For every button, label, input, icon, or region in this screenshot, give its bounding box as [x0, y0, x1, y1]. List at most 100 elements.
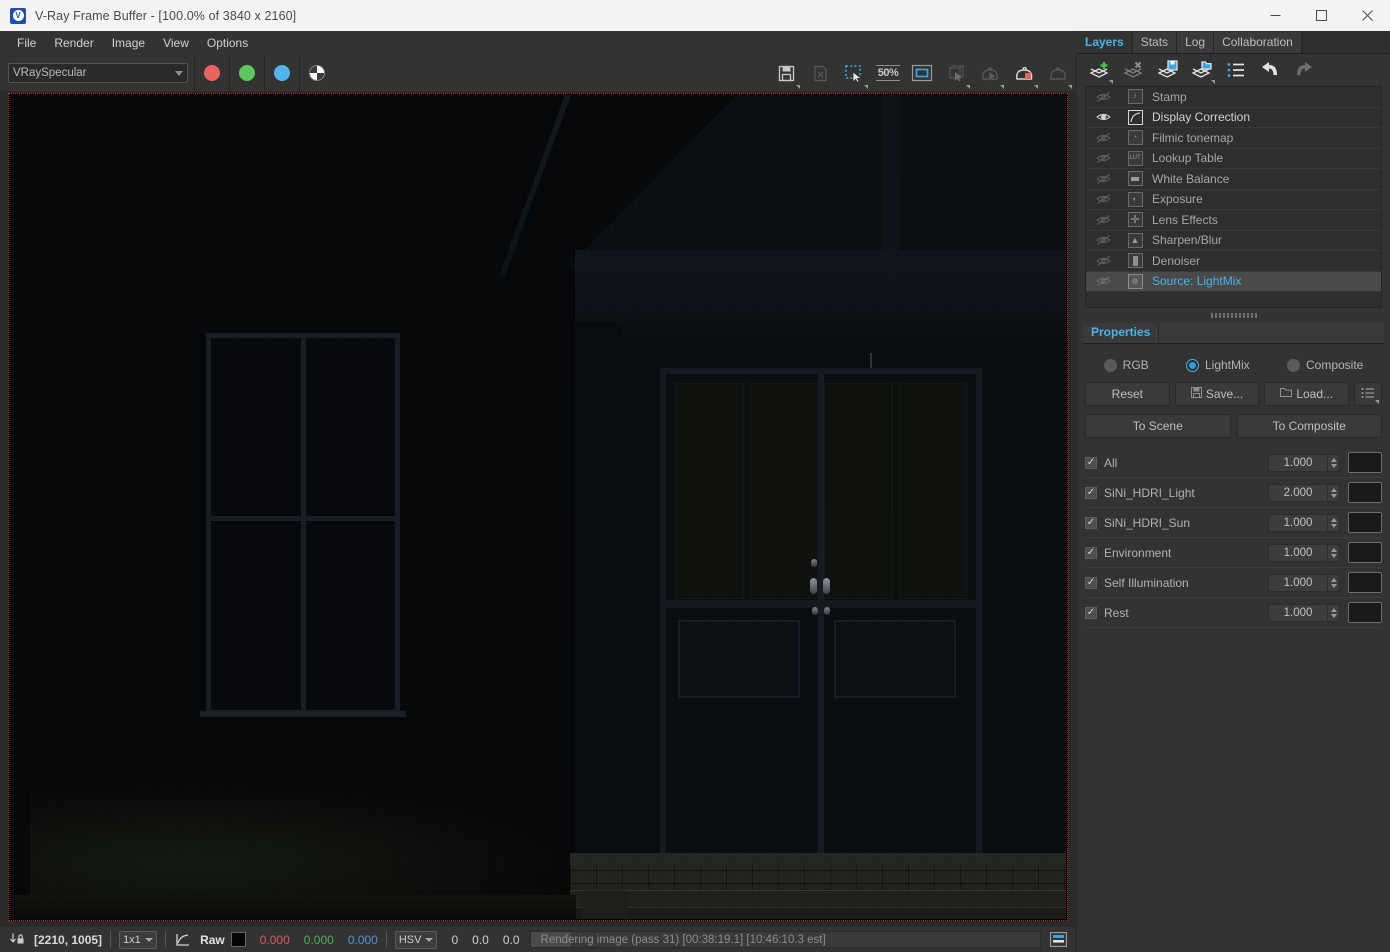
lightmix-intensity-input[interactable]: 2.000: [1268, 483, 1340, 502]
lightmix-row[interactable]: ✓ Environment 1.000: [1085, 538, 1382, 568]
lightmix-intensity-input[interactable]: 1.000: [1268, 543, 1340, 562]
lightmix-color-swatch[interactable]: [1348, 482, 1382, 503]
save-preset-button[interactable]: Save...: [1174, 382, 1260, 406]
red-channel-button[interactable]: [194, 55, 229, 91]
render-channel-select[interactable]: VRaySpecular: [8, 63, 188, 83]
render-last-button[interactable]: [973, 55, 1007, 91]
layer-row[interactable]: ◍ Source: LightMix: [1086, 271, 1381, 292]
layer-row[interactable]: White Balance: [1086, 169, 1381, 190]
lightmix-row[interactable]: ✓ SiNi_HDRI_Sun 1.000: [1085, 508, 1382, 538]
render-image-area[interactable]: [0, 91, 1075, 927]
radio-lightmix[interactable]: LightMix: [1185, 358, 1250, 372]
spinner-arrows-icon[interactable]: [1327, 604, 1339, 621]
lightmix-color-swatch[interactable]: [1348, 452, 1382, 473]
layer-visibility-toggle[interactable]: [1090, 214, 1116, 226]
maximize-button[interactable]: [1298, 0, 1344, 31]
layer-visibility-toggle[interactable]: [1090, 111, 1116, 123]
render-region-frame[interactable]: [8, 93, 1068, 921]
lightmix-row[interactable]: ✓ Rest 1.000: [1085, 598, 1382, 628]
curve-sample-icon[interactable]: [174, 932, 192, 948]
lightmix-checkbox[interactable]: ✓: [1085, 606, 1097, 619]
layer-visibility-toggle[interactable]: [1090, 255, 1116, 267]
layer-visibility-toggle[interactable]: [1090, 275, 1116, 287]
layout-toggle-icon[interactable]: [1047, 931, 1069, 948]
layer-visibility-toggle[interactable]: [1090, 193, 1116, 205]
minimize-button[interactable]: [1252, 0, 1298, 31]
layer-visibility-toggle[interactable]: [1090, 132, 1116, 144]
lightmix-checkbox[interactable]: ✓: [1085, 486, 1097, 499]
reset-button[interactable]: Reset: [1085, 382, 1170, 406]
menu-options[interactable]: Options: [198, 33, 257, 53]
lightmix-row[interactable]: ✓ All 1.000: [1085, 448, 1382, 478]
layer-visibility-toggle[interactable]: [1090, 152, 1116, 164]
layer-row[interactable]: ◔ Filmic tonemap: [1086, 128, 1381, 149]
sample-size-select[interactable]: 1x1: [119, 930, 158, 949]
blue-channel-button[interactable]: [264, 55, 299, 91]
load-preset-button[interactable]: Load...: [1264, 382, 1350, 406]
lightmix-color-swatch[interactable]: [1348, 572, 1382, 593]
save-image-button[interactable]: [769, 55, 803, 91]
tab-collaboration[interactable]: Collaboration: [1214, 32, 1302, 53]
lightmix-intensity-input[interactable]: 1.000: [1268, 573, 1340, 592]
properties-menu-button[interactable]: [1354, 382, 1383, 406]
delete-layer-button[interactable]: [1117, 55, 1151, 85]
lightmix-checkbox[interactable]: ✓: [1085, 576, 1097, 589]
lightmix-checkbox[interactable]: ✓: [1085, 456, 1097, 469]
spinner-arrows-icon[interactable]: [1327, 574, 1339, 591]
load-layers-button[interactable]: [1185, 55, 1219, 85]
to-composite-button[interactable]: To Composite: [1236, 414, 1382, 438]
color-space-select[interactable]: HSV: [394, 930, 438, 949]
render-stop-button[interactable]: [1007, 55, 1041, 91]
green-channel-button[interactable]: [229, 55, 264, 91]
lightmix-row[interactable]: ✓ Self Illumination 1.000: [1085, 568, 1382, 598]
fit-view-button[interactable]: [905, 55, 939, 91]
zoom-level-button[interactable]: 50%: [871, 55, 905, 91]
close-button[interactable]: [1344, 0, 1390, 31]
clear-image-button[interactable]: [803, 55, 837, 91]
layer-row[interactable]: ✛ Lens Effects: [1086, 210, 1381, 231]
lightmix-row[interactable]: ✓ SiNi_HDRI_Light 2.000: [1085, 478, 1382, 508]
panel-splitter[interactable]: [1077, 308, 1390, 322]
layers-list[interactable]: i Stamp Display Correction ◔ Filmic tone…: [1085, 86, 1382, 308]
radio-rgb[interactable]: RGB: [1103, 358, 1149, 372]
pick-object-button[interactable]: [939, 55, 973, 91]
lightmix-intensity-input[interactable]: 1.000: [1268, 603, 1340, 622]
redo-button[interactable]: [1287, 55, 1321, 85]
spinner-arrows-icon[interactable]: [1327, 484, 1339, 501]
layer-presets-button[interactable]: [1219, 55, 1253, 85]
lightmix-color-swatch[interactable]: [1348, 512, 1382, 533]
lightmix-checkbox[interactable]: ✓: [1085, 516, 1097, 529]
spinner-arrows-icon[interactable]: [1327, 454, 1339, 471]
save-layers-button[interactable]: [1151, 55, 1185, 85]
layer-row[interactable]: ▲ Sharpen/Blur: [1086, 231, 1381, 251]
layer-visibility-toggle[interactable]: [1090, 234, 1116, 246]
layer-visibility-toggle[interactable]: [1090, 91, 1116, 103]
layer-row[interactable]: LUT Lookup Table: [1086, 149, 1381, 169]
undo-button[interactable]: [1253, 55, 1287, 85]
layer-row[interactable]: ◐ Exposure: [1086, 190, 1381, 210]
layer-row[interactable]: i Stamp: [1086, 87, 1381, 108]
menu-file[interactable]: File: [8, 33, 45, 53]
lightmix-intensity-input[interactable]: 1.000: [1268, 513, 1340, 532]
lightmix-checkbox[interactable]: ✓: [1085, 546, 1097, 559]
lightmix-color-swatch[interactable]: [1348, 542, 1382, 563]
layer-visibility-toggle[interactable]: [1090, 173, 1116, 185]
layer-row[interactable]: Denoiser: [1086, 251, 1381, 272]
tab-layers[interactable]: Layers: [1077, 32, 1133, 53]
layer-row[interactable]: Display Correction: [1086, 108, 1381, 128]
pixel-lock-icon[interactable]: [8, 932, 26, 948]
lightmix-color-swatch[interactable]: [1348, 602, 1382, 623]
rendered-image[interactable]: [10, 95, 1066, 919]
region-render-button[interactable]: [837, 55, 871, 91]
spinner-arrows-icon[interactable]: [1327, 544, 1339, 561]
radio-composite[interactable]: Composite: [1286, 358, 1363, 372]
to-scene-button[interactable]: To Scene: [1085, 414, 1231, 438]
tab-properties[interactable]: Properties: [1083, 323, 1159, 343]
menu-image[interactable]: Image: [103, 33, 154, 53]
tab-log[interactable]: Log: [1177, 32, 1215, 53]
alpha-channel-button[interactable]: [299, 55, 334, 91]
render-button[interactable]: [1041, 55, 1075, 91]
add-layer-button[interactable]: [1083, 55, 1117, 85]
menu-view[interactable]: View: [154, 33, 198, 53]
spinner-arrows-icon[interactable]: [1327, 514, 1339, 531]
